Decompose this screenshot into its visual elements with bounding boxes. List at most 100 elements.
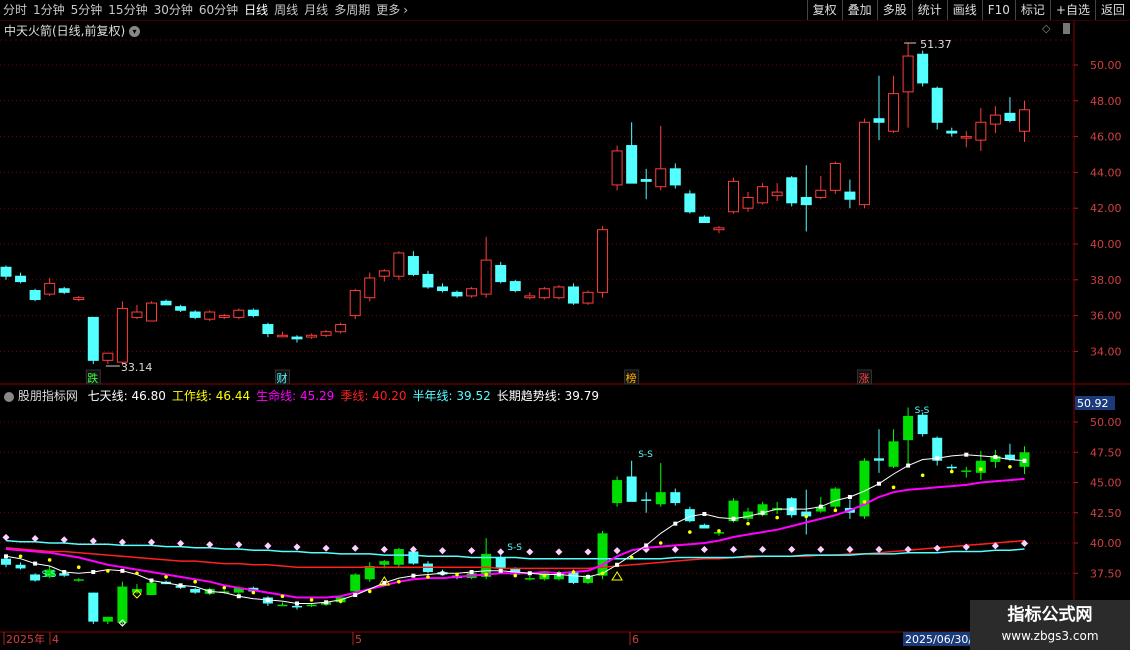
long-trend-dot xyxy=(700,545,708,554)
candle-body xyxy=(771,191,783,197)
kline-chart[interactable]: 51.3733.14跌财榜涨 S-SS-SS-SS-S 50.0048.0046… xyxy=(0,0,1130,650)
event-tag: 跌 xyxy=(87,371,98,385)
indicator-candle-body xyxy=(393,549,404,565)
candle-body xyxy=(728,180,739,213)
indicator-candle-body xyxy=(379,561,390,565)
candle-body xyxy=(742,196,754,209)
work-line-dot xyxy=(484,572,488,577)
candle-body xyxy=(393,252,405,277)
indicator-candle-body xyxy=(874,458,884,461)
indicator-candle-body xyxy=(292,605,302,608)
seven-day-dot xyxy=(702,511,707,516)
work-line-dot xyxy=(338,599,343,603)
seven-day-dot xyxy=(789,507,794,512)
candle-body xyxy=(989,114,1001,125)
candle-body xyxy=(757,186,769,204)
work-line-dot xyxy=(251,590,256,595)
watermark-title: 指标公式网 xyxy=(1007,605,1093,625)
work-line-dot xyxy=(600,571,605,576)
main-y-tick-label: 46.00 xyxy=(1090,131,1122,144)
indicator-candle-body xyxy=(364,565,375,580)
signal-label: S-S xyxy=(42,570,57,580)
seven-day-dot xyxy=(265,597,270,602)
seven-day-dot xyxy=(411,573,416,578)
candle-body xyxy=(218,315,230,318)
candle-body xyxy=(102,352,114,361)
long-trend-dot xyxy=(817,545,825,554)
indicator-candle-body xyxy=(30,574,41,581)
indicator-candle-body xyxy=(277,604,288,607)
work-line-dot xyxy=(280,594,285,599)
candle-body xyxy=(553,286,565,299)
long-trend-dot xyxy=(380,545,388,554)
long-trend-dot xyxy=(526,548,534,556)
candle-body xyxy=(873,118,885,123)
seven-day-dot xyxy=(33,561,38,566)
indicator-candle-body xyxy=(641,499,652,501)
long-trend-dot xyxy=(322,544,330,552)
work-line-dot xyxy=(76,565,81,569)
candle-body xyxy=(131,311,143,318)
candle-body xyxy=(58,288,70,293)
indicator-candle-body xyxy=(946,466,957,469)
seven-day-dot xyxy=(120,568,125,573)
work-line-dot xyxy=(949,469,954,474)
work-line-dot xyxy=(455,572,459,577)
work-line-dot xyxy=(222,585,227,590)
indicator-candle-body xyxy=(524,578,535,580)
current-value-label: 50.92 xyxy=(1077,397,1109,410)
candle-body xyxy=(146,302,157,322)
candle-body xyxy=(713,227,725,231)
high-label: 51.37 xyxy=(920,38,952,51)
seven-day-dot xyxy=(906,463,911,468)
candle-body xyxy=(611,150,623,186)
indicator-candle-body xyxy=(670,492,681,504)
candle-body xyxy=(247,309,259,317)
indicator-candle-body xyxy=(306,604,317,607)
main-y-tick-label: 42.00 xyxy=(1090,202,1122,215)
indicator-y-tick-label: 50.00 xyxy=(1090,416,1122,429)
site-watermark: 指标公式网 www.zbgs3.com xyxy=(970,600,1130,650)
indicator-candle-body xyxy=(830,488,841,507)
candle-body xyxy=(451,291,463,297)
indicator-candle-body xyxy=(15,564,26,569)
long-trend-dot xyxy=(904,545,912,554)
seven-day-dot xyxy=(615,562,620,567)
seven-day-dot xyxy=(469,570,474,575)
indicator-candle-body xyxy=(699,524,710,529)
candle-body xyxy=(335,324,347,333)
candle-body xyxy=(466,288,478,297)
candle-body xyxy=(829,162,841,191)
long-trend-dot xyxy=(613,547,621,555)
long-trend-dot xyxy=(555,548,563,556)
candle-body xyxy=(815,189,827,198)
seven-day-dot xyxy=(353,593,358,598)
indicator-y-tick-label: 42.50 xyxy=(1090,507,1122,520)
work-line-dot xyxy=(193,579,197,584)
long-trend-dot xyxy=(293,543,301,551)
indicator-candle-body xyxy=(117,586,128,623)
candle-body xyxy=(669,168,681,186)
seven-day-dot xyxy=(818,504,823,509)
candle-body xyxy=(698,216,710,224)
indicator-candle-body xyxy=(975,460,986,473)
x-axis-label: 5 xyxy=(355,633,362,646)
candle-body xyxy=(116,307,128,363)
x-axis-label: 4 xyxy=(52,633,59,646)
watermark-url: www.zbgs3.com xyxy=(1001,629,1099,643)
candle-body xyxy=(480,259,492,295)
indicator-candle-body xyxy=(88,592,99,622)
candle-body xyxy=(276,334,288,338)
indicator-candle-body xyxy=(626,476,637,502)
event-tag: 财 xyxy=(276,371,287,385)
seven-day-dot xyxy=(644,543,649,548)
work-line-dot xyxy=(746,521,750,526)
low-label: 33.14 xyxy=(121,361,153,374)
long-trend-dot xyxy=(235,541,243,549)
candle-body xyxy=(597,229,609,293)
long-trend-dot xyxy=(759,545,767,554)
signal-label: S-S xyxy=(915,406,930,416)
indicator-candle-body xyxy=(102,616,113,622)
main-y-tick-label: 44.00 xyxy=(1090,166,1122,179)
candle-body xyxy=(844,191,856,200)
